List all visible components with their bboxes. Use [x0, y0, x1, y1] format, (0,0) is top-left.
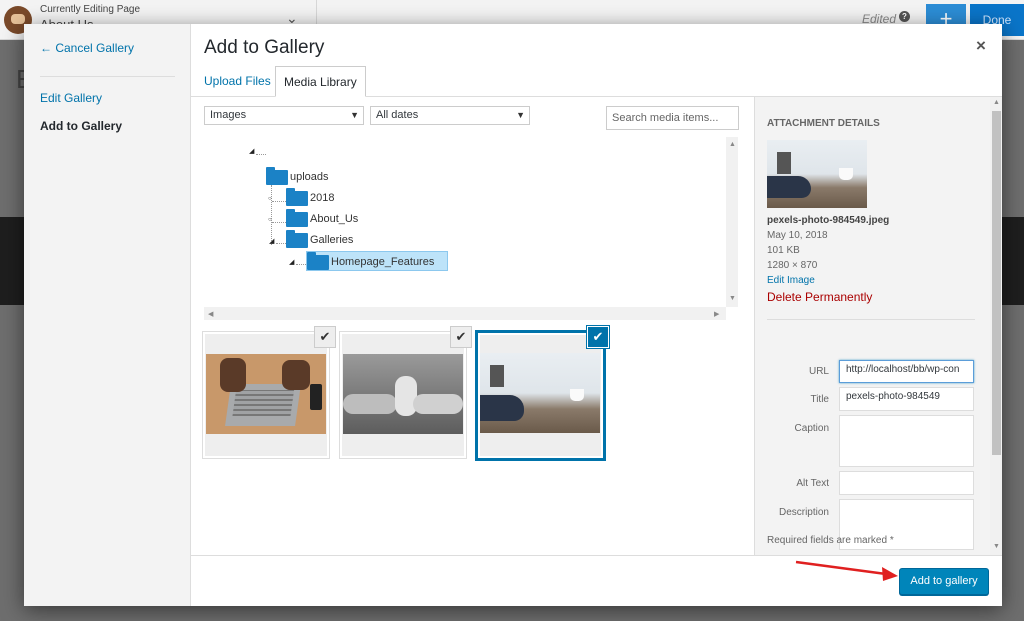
scroll-down-icon[interactable]: ▼	[993, 543, 1000, 550]
title-field[interactable]: pexels-photo-984549	[839, 387, 974, 411]
alt-text-field[interactable]	[839, 471, 974, 495]
folder-tree: ◢ uploads ○ 2018 ○ About_Us ◢ Galleries …	[204, 137, 738, 320]
attachment-details-heading: Attachment Details	[767, 118, 880, 129]
required-fields-note: Required fields are marked *	[767, 535, 894, 546]
annotation-arrow-icon	[795, 560, 898, 581]
arm-wrestling-photo	[343, 354, 463, 434]
title-label: Title	[810, 394, 829, 405]
tab-media-library[interactable]: Media Library	[275, 66, 366, 97]
add-to-gallery-menu-item[interactable]: Add to Gallery	[40, 119, 122, 133]
tree-collapse-icon[interactable]: ◢	[289, 258, 294, 266]
details-scrollbar[interactable]: ▲ ▼	[990, 97, 1002, 555]
toolbar-divider	[191, 555, 1002, 556]
selected-check-icon[interactable]: ✔	[587, 326, 609, 348]
tree-connector	[272, 222, 286, 223]
editing-label: Currently Editing Page	[40, 4, 141, 15]
caption-label: Caption	[794, 423, 829, 434]
office-desk-photo	[480, 353, 600, 433]
add-to-gallery-button[interactable]: Add to gallery	[899, 568, 989, 595]
tree-connector	[271, 185, 272, 245]
folder-icon	[286, 230, 308, 248]
cancel-gallery-link[interactable]: ← Cancel Gallery	[40, 41, 134, 55]
scroll-up-icon[interactable]: ▲	[729, 141, 736, 148]
dropdown-arrow-icon: ▼	[350, 110, 359, 120]
tree-connector	[256, 154, 266, 155]
menu-separator	[40, 76, 175, 77]
edit-image-link[interactable]: Edit Image	[767, 275, 815, 286]
tree-vertical-scrollbar[interactable]: ▲ ▼	[726, 137, 738, 307]
folder-icon	[307, 252, 329, 270]
tab-upload-files[interactable]: Upload Files	[196, 66, 279, 97]
url-field[interactable]: http://localhost/bb/wp-con	[839, 360, 974, 383]
laptop-typing-photo	[206, 354, 326, 434]
attachment-thumbnail[interactable]	[339, 331, 467, 459]
folder-homepage-features[interactable]: Homepage_Features	[306, 251, 448, 271]
attachment-thumbnail[interactable]	[202, 331, 330, 459]
attachment-filesize: 101 KB	[767, 245, 800, 256]
media-type-filter[interactable]: Images ▼	[204, 106, 364, 125]
folder-icon	[286, 209, 308, 227]
url-label: URL	[808, 366, 829, 377]
attachment-thumbnail-selected[interactable]	[475, 330, 606, 461]
modal-title: Add to Gallery	[204, 37, 325, 58]
folder-icon	[286, 188, 308, 206]
tree-collapse-icon[interactable]: ◢	[269, 237, 274, 245]
tree-collapse-icon[interactable]: ◢	[249, 147, 254, 155]
folder-label: 2018	[310, 192, 335, 204]
folder-label: About_Us	[310, 213, 359, 225]
attachment-dimensions: 1280 × 870	[767, 260, 818, 271]
close-icon[interactable]: ×	[973, 37, 989, 54]
tree-connector	[276, 243, 286, 244]
delete-permanently-link[interactable]: Delete Permanently	[767, 290, 872, 304]
selected-check-icon[interactable]: ✔	[450, 326, 472, 348]
tree-connector	[296, 264, 306, 265]
tree-horizontal-scrollbar[interactable]: ◀ ▶	[204, 307, 726, 320]
attachment-preview-image	[767, 140, 867, 208]
help-icon[interactable]: ?	[899, 11, 910, 22]
scroll-up-icon[interactable]: ▲	[993, 99, 1000, 106]
date-filter[interactable]: All dates ▼	[370, 106, 530, 125]
date-filter-value: All dates	[376, 109, 419, 121]
scroll-left-icon[interactable]: ◀	[208, 310, 213, 318]
tree-connector	[272, 201, 286, 202]
attachment-date: May 10, 2018	[767, 230, 828, 241]
search-input[interactable]: Search media items...	[606, 106, 739, 130]
attachment-details-panel: Attachment Details pexels-photo-984549.j…	[754, 97, 1002, 555]
folder-icon	[266, 167, 288, 185]
folder-label: Homepage_Features	[331, 256, 435, 268]
media-menu: ← Cancel Gallery Edit Gallery Add to Gal…	[24, 24, 191, 606]
description-label: Description	[778, 507, 829, 518]
scroll-down-icon[interactable]: ▼	[729, 295, 736, 302]
media-type-value: Images	[210, 109, 247, 121]
selected-check-icon[interactable]: ✔	[314, 326, 336, 348]
details-scrollbar-thumb[interactable]	[992, 111, 1001, 455]
alt-text-label: Alt Text	[796, 478, 829, 489]
media-modal: ← Cancel Gallery Edit Gallery Add to Gal…	[24, 24, 1002, 606]
attachment-filename: pexels-photo-984549.jpeg	[767, 215, 890, 226]
dropdown-arrow-icon: ▼	[516, 110, 525, 120]
edit-gallery-link[interactable]: Edit Gallery	[40, 91, 102, 105]
folder-label: uploads	[290, 171, 329, 183]
caption-field[interactable]	[839, 415, 974, 467]
folder-label: Galleries	[310, 234, 354, 246]
scroll-right-icon[interactable]: ▶	[714, 310, 719, 318]
details-separator	[767, 319, 975, 320]
